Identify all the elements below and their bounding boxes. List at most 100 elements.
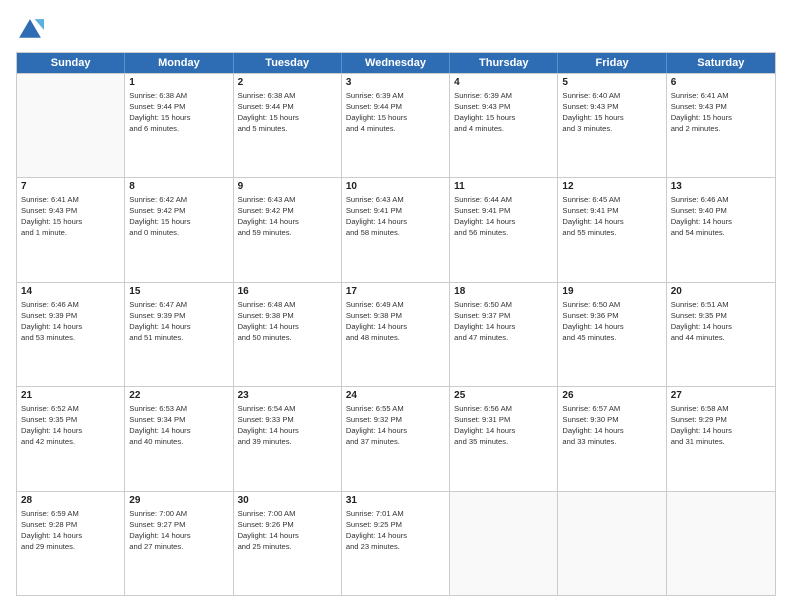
- day-info: Sunrise: 6:44 AMSunset: 9:41 PMDaylight:…: [454, 194, 553, 238]
- day-info: Sunrise: 7:00 AMSunset: 9:27 PMDaylight:…: [129, 508, 228, 552]
- calendar-cell: 9 Sunrise: 6:43 AMSunset: 9:42 PMDaylight…: [234, 178, 342, 281]
- day-info: Sunrise: 6:57 AMSunset: 9:30 PMDaylight:…: [562, 403, 661, 447]
- day-number: 11: [454, 181, 553, 192]
- day-info: Sunrise: 6:48 AMSunset: 9:38 PMDaylight:…: [238, 299, 337, 343]
- calendar-cell: 27 Sunrise: 6:58 AMSunset: 9:29 PMDayligh…: [667, 387, 775, 490]
- calendar-cell: 21 Sunrise: 6:52 AMSunset: 9:35 PMDayligh…: [17, 387, 125, 490]
- day-number: 8: [129, 181, 228, 192]
- day-info: Sunrise: 6:40 AMSunset: 9:43 PMDaylight:…: [562, 90, 661, 134]
- day-number: 9: [238, 181, 337, 192]
- day-number: 12: [562, 181, 661, 192]
- day-info: Sunrise: 6:53 AMSunset: 9:34 PMDaylight:…: [129, 403, 228, 447]
- day-number: 4: [454, 77, 553, 88]
- header: [16, 16, 776, 44]
- calendar-cell: 2Sunrise: 6:38 AMSunset: 9:44 PMDaylight…: [234, 74, 342, 177]
- calendar-cell: [17, 74, 125, 177]
- calendar-header: SundayMondayTuesdayWednesdayThursdayFrid…: [17, 53, 775, 73]
- day-number: 17: [346, 286, 445, 297]
- day-number: 27: [671, 390, 771, 401]
- calendar-header-cell: Tuesday: [234, 53, 342, 73]
- calendar-cell: 10 Sunrise: 6:43 AMSunset: 9:41 PMDayligh…: [342, 178, 450, 281]
- calendar-week: 21 Sunrise: 6:52 AMSunset: 9:35 PMDayligh…: [17, 386, 775, 490]
- day-info: Sunrise: 6:43 AMSunset: 9:41 PMDaylight:…: [346, 194, 445, 238]
- day-info: Sunrise: 7:01 AMSunset: 9:25 PMDaylight:…: [346, 508, 445, 552]
- calendar-cell: 30Sunrise: 7:00 AMSunset: 9:26 PMDayligh…: [234, 492, 342, 595]
- day-number: 21: [21, 390, 120, 401]
- day-number: 3: [346, 77, 445, 88]
- calendar-cell: 29 Sunrise: 7:00 AMSunset: 9:27 PMDayligh…: [125, 492, 233, 595]
- day-info: Sunrise: 6:43 AMSunset: 9:42 PMDaylight:…: [238, 194, 337, 238]
- calendar-cell: 11 Sunrise: 6:44 AMSunset: 9:41 PMDayligh…: [450, 178, 558, 281]
- day-number: 31: [346, 495, 445, 506]
- day-number: 28: [21, 495, 120, 506]
- day-info: Sunrise: 6:59 AMSunset: 9:28 PMDaylight:…: [21, 508, 120, 552]
- calendar-cell: 7 Sunrise: 6:41 AMSunset: 9:43 PMDaylight…: [17, 178, 125, 281]
- day-number: 23: [238, 390, 337, 401]
- calendar-cell: 8 Sunrise: 6:42 AMSunset: 9:42 PMDaylight…: [125, 178, 233, 281]
- calendar-header-cell: Friday: [558, 53, 666, 73]
- day-number: 26: [562, 390, 661, 401]
- calendar-week: 14 Sunrise: 6:46 AMSunset: 9:39 PMDayligh…: [17, 282, 775, 386]
- calendar-cell: 31 Sunrise: 7:01 AMSunset: 9:25 PMDayligh…: [342, 492, 450, 595]
- day-info: Sunrise: 6:39 AMSunset: 9:43 PMDaylight:…: [454, 90, 553, 134]
- day-info: Sunrise: 6:45 AMSunset: 9:41 PMDaylight:…: [562, 194, 661, 238]
- day-number: 1: [129, 77, 228, 88]
- day-number: 7: [21, 181, 120, 192]
- day-number: 13: [671, 181, 771, 192]
- day-number: 2: [238, 77, 337, 88]
- day-number: 10: [346, 181, 445, 192]
- calendar-body: 1 Sunrise: 6:38 AMSunset: 9:44 PMDaylight…: [17, 73, 775, 595]
- calendar-cell: 15 Sunrise: 6:47 AMSunset: 9:39 PMDayligh…: [125, 283, 233, 386]
- day-number: 24: [346, 390, 445, 401]
- calendar-header-cell: Monday: [125, 53, 233, 73]
- day-number: 19: [562, 286, 661, 297]
- calendar-week: 7 Sunrise: 6:41 AMSunset: 9:43 PMDaylight…: [17, 177, 775, 281]
- calendar-cell: 16Sunrise: 6:48 AMSunset: 9:38 PMDayligh…: [234, 283, 342, 386]
- calendar-cell: 28 Sunrise: 6:59 AMSunset: 9:28 PMDayligh…: [17, 492, 125, 595]
- calendar-cell: 22 Sunrise: 6:53 AMSunset: 9:34 PMDayligh…: [125, 387, 233, 490]
- calendar-week: 28 Sunrise: 6:59 AMSunset: 9:28 PMDayligh…: [17, 491, 775, 595]
- day-number: 18: [454, 286, 553, 297]
- day-info: Sunrise: 6:54 AMSunset: 9:33 PMDaylight:…: [238, 403, 337, 447]
- day-info: Sunrise: 6:50 AMSunset: 9:37 PMDaylight:…: [454, 299, 553, 343]
- day-info: Sunrise: 6:41 AMSunset: 9:43 PMDaylight:…: [21, 194, 120, 238]
- day-info: Sunrise: 6:41 AMSunset: 9:43 PMDaylight:…: [671, 90, 771, 134]
- day-info: Sunrise: 6:46 AMSunset: 9:39 PMDaylight:…: [21, 299, 120, 343]
- day-info: Sunrise: 6:50 AMSunset: 9:36 PMDaylight:…: [562, 299, 661, 343]
- day-info: Sunrise: 7:00 AMSunset: 9:26 PMDaylight:…: [238, 508, 337, 552]
- calendar-cell: 23 Sunrise: 6:54 AMSunset: 9:33 PMDayligh…: [234, 387, 342, 490]
- day-info: Sunrise: 6:52 AMSunset: 9:35 PMDaylight:…: [21, 403, 120, 447]
- day-info: Sunrise: 6:58 AMSunset: 9:29 PMDaylight:…: [671, 403, 771, 447]
- day-info: Sunrise: 6:56 AMSunset: 9:31 PMDaylight:…: [454, 403, 553, 447]
- calendar-cell: 18 Sunrise: 6:50 AMSunset: 9:37 PMDayligh…: [450, 283, 558, 386]
- logo-icon: [16, 16, 44, 44]
- day-number: 20: [671, 286, 771, 297]
- logo: [16, 16, 48, 44]
- calendar-header-cell: Thursday: [450, 53, 558, 73]
- calendar-cell: [558, 492, 666, 595]
- calendar-cell: 1 Sunrise: 6:38 AMSunset: 9:44 PMDaylight…: [125, 74, 233, 177]
- calendar-cell: 26 Sunrise: 6:57 AMSunset: 9:30 PMDayligh…: [558, 387, 666, 490]
- calendar-cell: 19 Sunrise: 6:50 AMSunset: 9:36 PMDayligh…: [558, 283, 666, 386]
- day-info: Sunrise: 6:38 AMSunset: 9:44 PMDaylight:…: [129, 90, 228, 134]
- calendar-header-cell: Saturday: [667, 53, 775, 73]
- day-info: Sunrise: 6:47 AMSunset: 9:39 PMDaylight:…: [129, 299, 228, 343]
- calendar-cell: 17Sunrise: 6:49 AMSunset: 9:38 PMDayligh…: [342, 283, 450, 386]
- day-number: 15: [129, 286, 228, 297]
- day-info: Sunrise: 6:55 AMSunset: 9:32 PMDaylight:…: [346, 403, 445, 447]
- day-number: 14: [21, 286, 120, 297]
- calendar-cell: 20Sunrise: 6:51 AMSunset: 9:35 PMDayligh…: [667, 283, 775, 386]
- calendar: SundayMondayTuesdayWednesdayThursdayFrid…: [16, 52, 776, 596]
- day-number: 22: [129, 390, 228, 401]
- day-info: Sunrise: 6:42 AMSunset: 9:42 PMDaylight:…: [129, 194, 228, 238]
- page: SundayMondayTuesdayWednesdayThursdayFrid…: [0, 0, 792, 612]
- calendar-cell: 12 Sunrise: 6:45 AMSunset: 9:41 PMDayligh…: [558, 178, 666, 281]
- calendar-cell: 6Sunrise: 6:41 AMSunset: 9:43 PMDaylight…: [667, 74, 775, 177]
- day-number: 5: [562, 77, 661, 88]
- calendar-cell: [450, 492, 558, 595]
- calendar-cell: 13Sunrise: 6:46 AMSunset: 9:40 PMDayligh…: [667, 178, 775, 281]
- calendar-cell: 25Sunrise: 6:56 AMSunset: 9:31 PMDayligh…: [450, 387, 558, 490]
- day-info: Sunrise: 6:39 AMSunset: 9:44 PMDaylight:…: [346, 90, 445, 134]
- day-number: 29: [129, 495, 228, 506]
- calendar-cell: 3 Sunrise: 6:39 AMSunset: 9:44 PMDaylight…: [342, 74, 450, 177]
